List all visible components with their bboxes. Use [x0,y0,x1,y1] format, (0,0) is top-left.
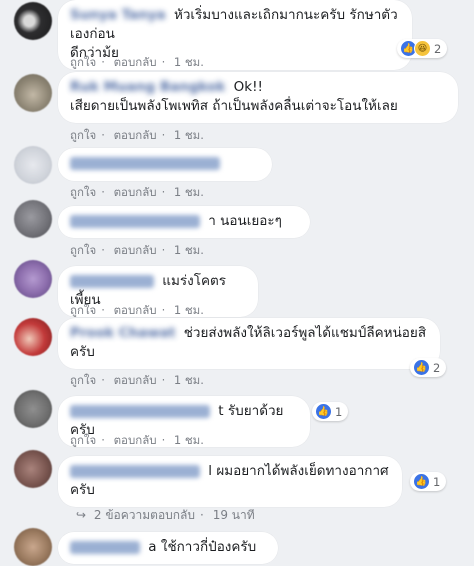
avatar[interactable] [14,2,52,40]
like-icon: 👍 [315,403,332,420]
like-action[interactable]: ถูกใจ [70,127,96,145]
avatar[interactable] [14,450,52,488]
view-replies-link[interactable]: ↪ 2 ข้อความตอบกลับ · 19 นาที [76,506,255,525]
comment-text: ช่วยส่งพลังให้ลิเวอร์พูลได้แชมป์ลีคหน่อย… [183,325,427,341]
avatar[interactable] [14,318,52,356]
comment-actions: ถูกใจ · ตอบกลับ · 1 ชม. [70,432,204,450]
comment-text: a ใช้กาวกี่ป๋องครับ [148,539,257,555]
commenter-name[interactable]: Ruk Muang Bangkok [70,79,225,95]
reply-action[interactable]: ตอบกลับ [114,432,157,450]
reaction-count[interactable]: 👍 1 [410,472,447,491]
replies-count[interactable]: 2 ข้อความตอบกลับ [94,508,195,522]
reaction-number: 2 [434,41,442,56]
comment-bubble: l ผมอยากได้พลังเย็ดทางอากาศครับ [58,456,402,507]
reaction-count[interactable]: 👍 😆 2 [397,39,448,58]
like-icon: 👍 [413,359,430,376]
comment-text: Ok!! [233,79,263,95]
comment-bubble [58,148,272,181]
comment-time[interactable]: 1 ชม. [174,372,204,390]
avatar[interactable] [14,74,52,112]
commenter-name[interactable]: Sunya Tanya [70,7,166,23]
comment-time[interactable]: 1 ชม. [174,432,204,450]
haha-icon: 😆 [414,40,431,57]
reaction-number: 1 [335,404,343,419]
replies-time: 19 นาที [212,508,255,522]
avatar[interactable] [14,200,52,238]
comment-time[interactable]: 1 ชม. [174,54,204,72]
comment-actions: ถูกใจ · ตอบกลับ · 1 ชม. [70,184,204,202]
reply-arrow-icon: ↪ [76,508,87,522]
comment-bubble: Prook Chawat ช่วยส่งพลังให้ลิเวอร์พูลได้… [58,318,440,369]
reaction-count[interactable]: 👍 2 [410,358,447,377]
comment-bubble: า นอนเยอะๆ [58,206,310,238]
reaction-count[interactable]: 👍 1 [312,402,349,421]
comment-text-line2: เสียดายเป็นพลังโพเพทิส ถ้าเป็นพลังคลื่นเ… [70,98,398,114]
comment-time[interactable]: 1 ชม. [174,127,204,145]
like-action[interactable]: ถูกใจ [70,54,96,72]
like-action[interactable]: ถูกใจ [70,184,96,202]
like-action[interactable]: ถูกใจ [70,372,96,390]
reply-action[interactable]: ตอบกลับ [114,184,157,202]
comment-bubble: a ใช้กาวกี่ป๋องครับ [58,532,278,564]
comment-text: า นอนเยอะๆ [208,213,282,229]
like-action[interactable]: ถูกใจ [70,242,96,260]
like-action[interactable]: ถูกใจ [70,432,96,450]
reply-action[interactable]: ตอบกลับ [114,127,157,145]
like-icon: 👍 [413,473,430,490]
avatar[interactable] [14,390,52,428]
comment-time[interactable]: 1 ชม. [174,184,204,202]
comment-actions: ถูกใจ · ตอบกลับ · 1 ชม. [70,242,204,260]
avatar[interactable] [14,260,52,298]
reaction-number: 1 [433,474,441,489]
reply-action[interactable]: ตอบกลับ [114,242,157,260]
comment-text-line2: ครับ [70,344,95,360]
avatar[interactable] [14,146,52,184]
commenter-name[interactable]: Prook Chawat [70,325,175,341]
reply-action[interactable]: ตอบกลับ [114,372,157,390]
reaction-number: 2 [433,360,441,375]
comment-time[interactable]: 1 ชม. [174,242,204,260]
comment-actions: ถูกใจ · ตอบกลับ · 1 ชม. [70,372,204,390]
comment-actions: ถูกใจ · ตอบกลับ · 1 ชม. [70,127,204,145]
comment-actions: ถูกใจ · ตอบกลับ · 1 ชม. [70,54,204,72]
avatar[interactable] [14,528,52,566]
reply-action[interactable]: ตอบกลับ [114,54,157,72]
comment-bubble: Ruk Muang Bangkok Ok!! เสียดายเป็นพลังโพ… [58,72,458,123]
